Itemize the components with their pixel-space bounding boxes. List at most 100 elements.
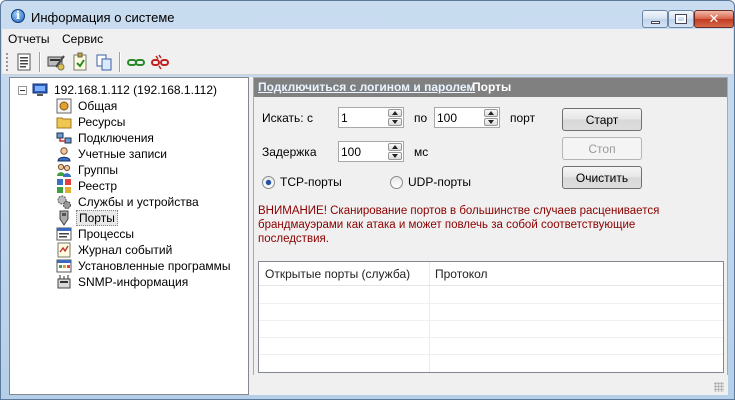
decrement-icon[interactable] bbox=[484, 118, 498, 126]
ms-label: мс bbox=[414, 145, 429, 159]
navigation-tree: 192.168.1.112 (192.168.1.112) Общая Ресу… bbox=[9, 77, 249, 395]
tree-item-label: Ресурсы bbox=[78, 115, 126, 129]
column-open-ports[interactable]: Открытые порты (служба) bbox=[265, 267, 410, 281]
tree-item-label: Реестр bbox=[78, 179, 117, 193]
tree-item-label: SNMP-информация bbox=[78, 275, 189, 289]
toolbar-grip[interactable] bbox=[6, 53, 9, 71]
minimize-button[interactable] bbox=[642, 10, 668, 28]
scan-warning: ВНИМАНИЕ! Сканирование портов в большинс… bbox=[258, 205, 660, 245]
processes-icon bbox=[56, 227, 72, 241]
tree-item-label: Установленные программы bbox=[78, 259, 231, 273]
general-icon bbox=[56, 98, 72, 114]
tree-item-label: Общая bbox=[78, 99, 118, 113]
panel-title: Порты bbox=[472, 80, 512, 94]
snmp-icon bbox=[57, 275, 71, 289]
connect-button[interactable] bbox=[126, 52, 146, 72]
tree-item-registry[interactable]: Реестр bbox=[56, 178, 119, 194]
export-button[interactable] bbox=[70, 52, 90, 72]
tree-item-groups[interactable]: Группы bbox=[56, 162, 120, 178]
info-icon bbox=[11, 9, 25, 23]
decrement-icon[interactable] bbox=[388, 152, 402, 160]
grid-line bbox=[259, 320, 723, 321]
tree-root-host[interactable]: 192.168.1.112 (192.168.1.112) bbox=[18, 82, 219, 98]
tree-root-label: 192.168.1.112 (192.168.1.112) bbox=[54, 83, 218, 97]
collapse-icon[interactable] bbox=[18, 85, 27, 95]
delay-spinner[interactable] bbox=[338, 141, 404, 162]
connect-icon bbox=[127, 59, 145, 66]
user-icon bbox=[57, 147, 71, 162]
panel-header: Подключиться с логином и паролем Порты bbox=[254, 78, 727, 97]
port-from-spinner[interactable] bbox=[338, 107, 404, 128]
status-bar bbox=[253, 375, 728, 395]
tree-item-label: Группы bbox=[78, 163, 118, 177]
tree-item-label: Службы и устройства bbox=[78, 195, 199, 209]
search-from-label: Искать: с bbox=[262, 111, 313, 125]
tree-item-label: Учетные записи bbox=[78, 147, 167, 161]
maximize-button[interactable] bbox=[668, 10, 694, 28]
app-window: Информация о системе ✕ Отчеты Сервис bbox=[0, 0, 735, 400]
toolbar-separator bbox=[119, 52, 121, 72]
grid-line bbox=[259, 337, 723, 338]
toolbar bbox=[2, 49, 733, 75]
grid-line bbox=[259, 354, 723, 355]
tree-item-snmp[interactable]: SNMP-информация bbox=[56, 274, 190, 290]
udp-label: UDP-порты bbox=[408, 175, 472, 189]
programs-icon bbox=[56, 259, 72, 273]
to-label: по bbox=[414, 111, 428, 125]
tree-item-connections[interactable]: Подключения bbox=[56, 130, 156, 146]
column-protocol[interactable]: Протокол bbox=[435, 267, 488, 281]
increment-icon[interactable] bbox=[388, 143, 402, 151]
report-button[interactable] bbox=[14, 52, 34, 72]
tree-item-general[interactable]: Общая bbox=[56, 98, 119, 114]
clear-button[interactable]: Очистить bbox=[562, 166, 642, 189]
tree-item-processes[interactable]: Процессы bbox=[56, 226, 136, 242]
delay-input[interactable] bbox=[341, 143, 385, 160]
tree-item-label: Процессы bbox=[78, 227, 135, 241]
port-to-spinner[interactable] bbox=[434, 107, 500, 128]
resize-grip-icon[interactable] bbox=[714, 382, 724, 392]
copy-icon bbox=[96, 54, 112, 71]
copy-button[interactable] bbox=[94, 52, 114, 72]
registry-icon bbox=[57, 179, 71, 193]
ports-panel: Подключиться с логином и паролем Порты И… bbox=[253, 77, 728, 395]
open-ports-list[interactable]: Открытые порты (служба) Протокол bbox=[258, 261, 724, 373]
network-settings-button[interactable] bbox=[46, 52, 66, 72]
decrement-icon[interactable] bbox=[388, 118, 402, 126]
tree-item-resources[interactable]: Ресурсы bbox=[56, 114, 127, 130]
client-area: 192.168.1.112 (192.168.1.112) Общая Ресу… bbox=[9, 77, 728, 395]
port-to-input[interactable] bbox=[437, 109, 481, 126]
tree-item-accounts[interactable]: Учетные записи bbox=[56, 146, 169, 162]
disconnect-icon bbox=[151, 54, 169, 70]
close-icon: ✕ bbox=[708, 11, 720, 26]
menu-reports[interactable]: Отчеты bbox=[8, 32, 49, 46]
tree-item-label: Журнал событий bbox=[78, 243, 173, 257]
tree-item-ports[interactable]: Порты bbox=[56, 210, 118, 226]
toolbar-separator bbox=[39, 52, 41, 72]
udp-radio[interactable]: UDP-порты bbox=[390, 175, 471, 189]
tree-item-label: Порты bbox=[76, 210, 118, 226]
disconnect-button[interactable] bbox=[150, 52, 170, 72]
tree-item-programs[interactable]: Установленные программы bbox=[56, 258, 233, 274]
connect-with-credentials-link[interactable]: Подключиться с логином и паролем bbox=[258, 80, 475, 94]
increment-icon[interactable] bbox=[388, 109, 402, 117]
tcp-label: TCP-порты bbox=[280, 175, 342, 189]
services-icon bbox=[57, 195, 71, 209]
report-icon bbox=[17, 53, 31, 71]
close-button[interactable]: ✕ bbox=[694, 10, 734, 28]
menu-bar: Отчеты Сервис bbox=[2, 29, 733, 49]
menu-service[interactable]: Сервис bbox=[62, 32, 103, 46]
stop-button[interactable]: Стоп bbox=[562, 137, 642, 160]
column-divider bbox=[429, 262, 430, 372]
port-from-input[interactable] bbox=[341, 109, 385, 126]
start-button[interactable]: Старт bbox=[562, 108, 642, 131]
computer-icon bbox=[32, 83, 48, 96]
port-icon bbox=[59, 210, 69, 226]
tree-item-services[interactable]: Службы и устройства bbox=[56, 194, 201, 210]
event-log-icon bbox=[57, 242, 71, 258]
grid-line bbox=[259, 303, 723, 304]
connections-icon bbox=[56, 132, 72, 144]
tree-item-event-log[interactable]: Журнал событий bbox=[56, 242, 174, 258]
port-label: порт bbox=[510, 111, 536, 125]
increment-icon[interactable] bbox=[484, 109, 498, 117]
tcp-radio[interactable]: TCP-порты bbox=[262, 175, 342, 189]
